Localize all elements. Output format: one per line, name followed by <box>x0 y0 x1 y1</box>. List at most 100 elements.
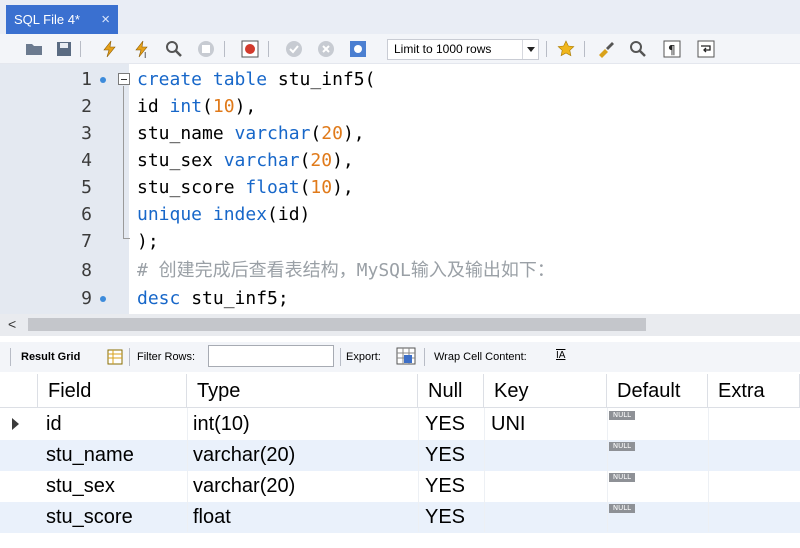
table-row[interactable]: stu_name varchar(20) YES NULL <box>0 440 800 471</box>
result-grid-tab[interactable]: Result Grid <box>21 351 80 363</box>
cell-field[interactable]: stu_sex <box>46 471 115 502</box>
chevron-down-icon[interactable] <box>522 40 538 59</box>
cell-null[interactable]: YES <box>425 440 465 471</box>
filter-rows-input[interactable] <box>208 345 334 367</box>
column-header-field[interactable]: Field <box>38 374 187 408</box>
toolbar-separator <box>340 348 341 366</box>
null-badge[interactable]: NULL <box>609 442 635 451</box>
table-row[interactable]: id int(10) YES UNI NULL <box>0 409 800 440</box>
code-line[interactable]: 7 ); <box>0 228 800 255</box>
code-text: id int(10), <box>137 96 257 117</box>
code-line[interactable]: 3 stu_name varchar(20), <box>0 120 800 147</box>
code-line[interactable]: 2 id int(10), <box>0 93 800 120</box>
cell-field[interactable]: id <box>46 409 62 440</box>
line-number: 1 <box>81 69 92 90</box>
rollback-icon[interactable] <box>316 39 336 59</box>
line-number: 6 <box>81 204 92 225</box>
column-header-default[interactable]: Default <box>607 374 708 408</box>
cell-type[interactable]: varchar(20) <box>193 440 295 471</box>
autocommit-icon[interactable] <box>348 39 368 59</box>
code-line[interactable]: 5 stu_score float(10), <box>0 174 800 201</box>
fold-toggle-icon[interactable] <box>118 73 130 85</box>
toolbar-separator <box>584 41 585 57</box>
scroll-left-icon[interactable]: < <box>8 316 16 332</box>
toolbar-separator <box>546 41 547 57</box>
save-icon[interactable] <box>54 39 74 59</box>
sql-comment: # 创建完成后查看表结构，MySQL输入及输出如下： <box>137 260 555 281</box>
line-number: 9 <box>81 288 92 309</box>
code-text: ); <box>137 231 159 252</box>
code-line[interactable]: 6 unique index(id) <box>0 201 800 228</box>
table-row[interactable]: stu_sex varchar(20) YES NULL <box>0 471 800 502</box>
tab-strip: SQL File 4* × <box>0 0 800 34</box>
column-divider <box>187 408 188 532</box>
column-header-key[interactable]: Key <box>484 374 607 408</box>
invisible-chars-icon[interactable]: ¶ <box>662 39 682 59</box>
code-text: stu_score float(10), <box>137 177 354 198</box>
horizontal-scrollbar[interactable]: < <box>0 314 800 336</box>
column-divider <box>607 408 608 532</box>
limit-rows-value: Limit to 1000 rows <box>394 42 492 56</box>
line-number: 5 <box>81 177 92 198</box>
null-badge[interactable]: NULL <box>609 473 635 482</box>
cell-null[interactable]: YES <box>425 502 465 533</box>
code-line[interactable]: 8 # 创建完成后查看表结构，MySQL输入及输出如下： <box>0 257 800 284</box>
table-row[interactable]: stu_score float YES NULL <box>0 502 800 533</box>
toolbar-separator <box>80 41 81 57</box>
code-line[interactable]: 1 create table stu_inf5( <box>0 66 800 93</box>
export-icon[interactable] <box>396 347 416 365</box>
code-line[interactable]: 4 stu_sex varchar(20), <box>0 147 800 174</box>
line-number: 4 <box>81 150 92 171</box>
execute-current-icon[interactable]: I <box>132 39 152 59</box>
filter-rows-label: Filter Rows: <box>137 351 196 363</box>
column-header-null[interactable]: Null <box>418 374 484 408</box>
beautify-brush-icon[interactable] <box>596 39 616 59</box>
tab-sql-file-4[interactable]: SQL File 4* × <box>6 5 118 34</box>
code-text: unique index(id) <box>137 204 311 225</box>
grid-icon[interactable] <box>107 349 123 365</box>
line-number: 3 <box>81 123 92 144</box>
execute-icon[interactable] <box>100 39 120 59</box>
toolbar-separator <box>268 41 269 57</box>
cell-null[interactable]: YES <box>425 409 465 440</box>
scrollbar-thumb[interactable] <box>28 318 646 331</box>
cell-type[interactable]: float <box>193 502 231 533</box>
cell-field[interactable]: stu_score <box>46 502 133 533</box>
statement-marker-icon <box>100 296 106 302</box>
code-text: desc stu_inf5; <box>137 288 289 309</box>
close-icon[interactable]: × <box>101 11 110 28</box>
open-folder-icon[interactable] <box>24 39 44 59</box>
word-wrap-icon[interactable] <box>696 39 716 59</box>
code-text: stu_name varchar(20), <box>137 123 365 144</box>
limit-rows-select[interactable]: Limit to 1000 rows <box>387 39 539 60</box>
code-line[interactable]: 9 desc stu_inf5; <box>0 285 800 312</box>
toggle-output-icon[interactable] <box>240 39 260 59</box>
line-number: 8 <box>81 260 92 281</box>
explain-icon[interactable] <box>164 39 184 59</box>
wrap-cell-icon[interactable]: IA <box>556 350 565 361</box>
column-header-extra[interactable]: Extra <box>708 374 800 408</box>
commit-icon[interactable] <box>284 39 304 59</box>
column-divider <box>484 408 485 532</box>
sql-text: stu_inf5( <box>267 69 376 90</box>
stop-icon[interactable] <box>196 39 216 59</box>
find-icon[interactable] <box>628 39 648 59</box>
cell-field[interactable]: stu_name <box>46 440 134 471</box>
cell-type[interactable]: varchar(20) <box>193 471 295 502</box>
null-badge[interactable]: NULL <box>609 411 635 420</box>
svg-text:I: I <box>144 51 146 59</box>
sql-keyword: create table <box>137 69 268 90</box>
sql-editor[interactable]: 1 create table stu_inf5( 2 id int(10), 3… <box>0 64 800 314</box>
cell-key[interactable]: UNI <box>491 409 525 440</box>
column-divider <box>418 408 419 532</box>
line-number: 2 <box>81 96 92 117</box>
null-badge[interactable]: NULL <box>609 504 635 513</box>
column-divider <box>708 408 709 532</box>
cell-type[interactable]: int(10) <box>193 409 250 440</box>
toolbar-separator <box>10 348 11 366</box>
cell-null[interactable]: YES <box>425 471 465 502</box>
column-header-type[interactable]: Type <box>187 374 418 408</box>
add-snippet-star-icon[interactable] <box>556 39 576 59</box>
result-toolbar: Result Grid Filter Rows: Export: Wrap Ce… <box>0 342 800 372</box>
toolbar-separator <box>129 348 130 366</box>
